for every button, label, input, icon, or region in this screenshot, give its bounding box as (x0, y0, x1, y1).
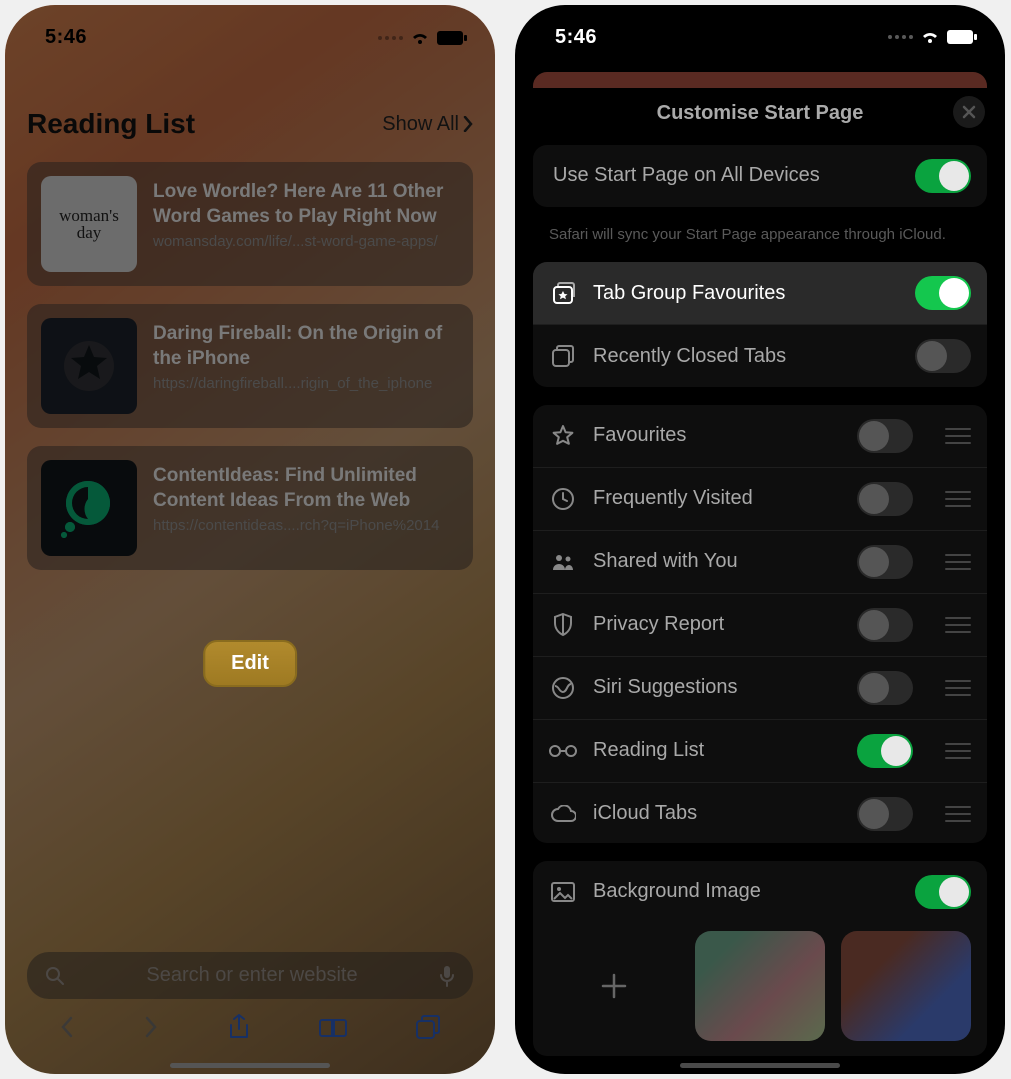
siri-icon (549, 676, 577, 700)
drag-handle-icon[interactable] (945, 806, 971, 822)
card-url: https://contentideas....rch?q=iPhone%201… (153, 517, 459, 534)
background-tile[interactable] (695, 931, 825, 1041)
star-icon (549, 424, 577, 448)
address-bar[interactable]: Search or enter website (27, 952, 473, 999)
siri-suggestions-row[interactable]: Siri Suggestions (533, 656, 987, 719)
mic-icon[interactable] (439, 965, 455, 987)
card-title: ContentIdeas: Find Unlimited Content Ide… (153, 464, 459, 513)
tab-group-favourites-row[interactable]: Tab Group Favourites (533, 262, 987, 324)
reading-list-item[interactable]: Daring Fireball: On the Origin of the iP… (27, 304, 473, 428)
home-indicator[interactable] (680, 1063, 840, 1068)
drag-handle-icon[interactable] (945, 428, 971, 444)
status-time: 5:46 (45, 26, 87, 49)
background-thumbnails (533, 923, 987, 1056)
status-time: 5:46 (555, 26, 597, 49)
card-title: Daring Fireball: On the Origin of the iP… (153, 322, 459, 371)
back-icon[interactable] (59, 1015, 75, 1039)
drag-handle-icon[interactable] (945, 554, 971, 570)
card-url: womansday.com/life/...st-word-game-apps/ (153, 233, 459, 250)
shield-icon (549, 613, 577, 637)
frequently-visited-row[interactable]: Frequently Visited (533, 467, 987, 530)
sync-start-page-row[interactable]: Use Start Page on All Devices (533, 145, 987, 207)
card-thumb-image: woman's day (41, 176, 137, 272)
shared-toggle[interactable] (857, 545, 913, 579)
chevron-right-icon (463, 116, 473, 132)
home-indicator[interactable] (170, 1063, 330, 1068)
image-icon (549, 882, 577, 902)
recently-closed-icon (549, 344, 577, 368)
privacy-toggle[interactable] (857, 608, 913, 642)
card-thumb-image (41, 460, 137, 556)
battery-icon (947, 30, 977, 44)
sync-group: Use Start Page on All Devices (533, 145, 987, 207)
favourites-toggle[interactable] (857, 419, 913, 453)
card-title: Love Wordle? Here Are 11 Other Word Game… (153, 180, 459, 229)
search-placeholder: Search or enter website (79, 964, 425, 987)
card-url: https://daringfireball....rigin_of_the_i… (153, 375, 459, 392)
recently-closed-row[interactable]: Recently Closed Tabs (533, 324, 987, 387)
sync-toggle[interactable] (915, 159, 971, 193)
close-button[interactable] (953, 96, 985, 128)
drag-handle-icon[interactable] (945, 491, 971, 507)
card-thumb-image (41, 318, 137, 414)
reading-list-item[interactable]: ContentIdeas: Find Unlimited Content Ide… (27, 446, 473, 570)
reading-list-toggle[interactable] (857, 734, 913, 768)
left-screenshot: 5:46 Reading List Show All woman's day L (5, 5, 495, 1074)
show-all-label: Show All (382, 113, 459, 136)
siri-toggle[interactable] (857, 671, 913, 705)
frequently-toggle[interactable] (857, 482, 913, 516)
status-bar: 5:46 (515, 5, 1005, 60)
reading-list-row[interactable]: Reading List (533, 719, 987, 782)
privacy-report-row[interactable]: Privacy Report (533, 593, 987, 656)
sections-group: Favourites Frequently Visited Shared wit… (533, 405, 987, 843)
favourites-row[interactable]: Favourites (533, 405, 987, 467)
status-bar: 5:46 (5, 5, 495, 60)
search-icon (45, 966, 65, 986)
plus-icon (600, 972, 628, 1000)
cell-signal-icon (378, 36, 403, 40)
cloud-icon (549, 805, 577, 823)
recently-closed-toggle[interactable] (915, 339, 971, 373)
wifi-icon (919, 29, 941, 45)
shared-with-you-row[interactable]: Shared with You (533, 530, 987, 593)
background-group: Background Image (533, 861, 987, 1056)
tab-group-fav-icon (549, 280, 577, 306)
status-icons (888, 29, 977, 45)
reading-list-item[interactable]: woman's day Love Wordle? Here Are 11 Oth… (27, 162, 473, 286)
forward-icon[interactable] (143, 1015, 159, 1039)
background-image-row[interactable]: Background Image (533, 861, 987, 923)
icloud-tabs-toggle[interactable] (857, 797, 913, 831)
background-tile[interactable] (841, 931, 971, 1041)
show-all-button[interactable]: Show All (382, 113, 473, 136)
drag-handle-icon[interactable] (945, 743, 971, 759)
close-icon (962, 105, 976, 119)
add-background-tile[interactable] (549, 931, 679, 1041)
edit-button[interactable]: Edit (203, 640, 297, 687)
background-toggle[interactable] (915, 875, 971, 909)
battery-icon (437, 31, 467, 45)
wifi-icon (409, 30, 431, 46)
share-icon[interactable] (227, 1013, 251, 1041)
reading-list-heading: Reading List (27, 108, 195, 140)
sheet-title: Customise Start Page (657, 102, 864, 125)
tab-group-fav-toggle[interactable] (915, 276, 971, 310)
icloud-tabs-row[interactable]: iCloud Tabs (533, 782, 987, 843)
cell-signal-icon (888, 35, 913, 39)
sync-footnote: Safari will sync your Start Page appeara… (515, 225, 1005, 249)
drag-handle-icon[interactable] (945, 680, 971, 696)
people-icon (549, 552, 577, 572)
glasses-icon (549, 744, 577, 758)
tabs-icon[interactable] (415, 1014, 441, 1040)
sheet-peek (533, 72, 987, 88)
clock-icon (549, 487, 577, 511)
right-screenshot: 5:46 Customise Start Page Use Start Page… (515, 5, 1005, 1074)
status-icons (378, 30, 467, 46)
bookmarks-icon[interactable] (319, 1015, 347, 1039)
tab-group-section: Tab Group Favourites Recently Closed Tab… (533, 262, 987, 387)
drag-handle-icon[interactable] (945, 617, 971, 633)
